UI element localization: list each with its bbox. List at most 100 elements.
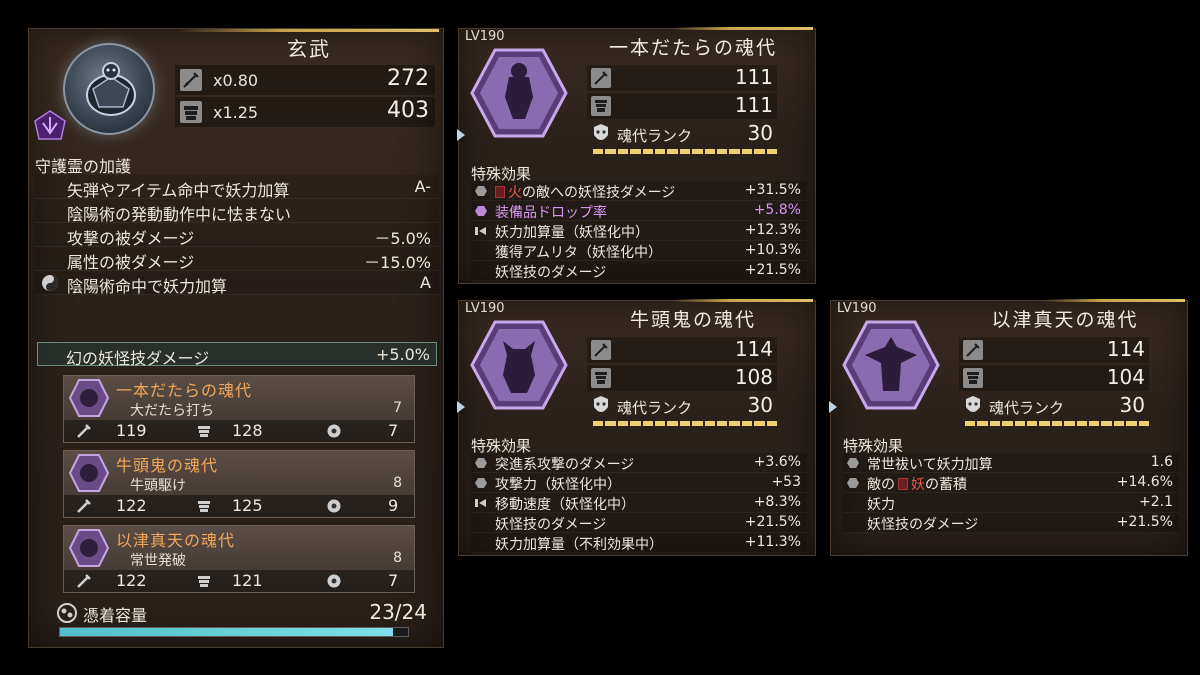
armor-icon [180, 101, 202, 123]
soul-core-icon [68, 454, 110, 492]
blessing-text: 属性の被ダメージ [67, 253, 195, 272]
card-defense: 111 [587, 93, 777, 119]
card-level: LV190 [465, 301, 505, 316]
bird-yokai-icon [842, 320, 940, 410]
rank-pips [593, 421, 778, 426]
capacity-bar-fill [60, 628, 394, 636]
effect-row: 獲得アムリタ（妖怪化中） +10.3% [471, 241, 807, 261]
blessing-value: －15.0% [364, 253, 431, 272]
effect-row: 装備品ドロップ率 +5.8% [471, 201, 807, 221]
blessing-row: 攻撃の被ダメージ －5.0% [35, 223, 439, 248]
soul-core-level: 8 [393, 550, 402, 566]
card-attack: 114 [587, 337, 777, 363]
armor-icon [198, 426, 210, 437]
element-badge-icon [898, 478, 908, 490]
sword-icon [591, 340, 611, 360]
effect-value: +2.1 [1139, 494, 1173, 510]
phantom-skill-bonus: 幻の妖怪技ダメージ +5.0% [37, 342, 437, 368]
soul-core-stats: 122 125 9 [64, 495, 414, 517]
effect-row: 妖力加算量（妖怪化中） +12.3% [471, 221, 807, 241]
panel-accent [673, 299, 813, 302]
effect-text: 妖力 [867, 497, 895, 513]
defense-stat: x1.25 403 [175, 97, 435, 127]
soul-core-skill: 大だたら打ち [130, 403, 214, 419]
blessing-text: 攻撃の被ダメージ [67, 229, 195, 248]
effect-value: +8.3% [753, 494, 801, 510]
cost-icon [327, 424, 341, 438]
soul-core-card: LV190 一本だたらの魂代 111 111 魂代ランク 30 特殊効果 火の敵… [457, 27, 816, 284]
soul-core-attack: 122 [116, 571, 147, 590]
effect-value: +14.6% [1116, 474, 1173, 490]
blessing-header: 守護霊の加護 [35, 157, 132, 176]
soul-core-stats: 122 121 7 [64, 570, 414, 592]
sword-icon [180, 69, 202, 91]
one-legged-yokai-icon [470, 48, 568, 138]
soul-core-icon [68, 379, 110, 417]
effect-row: 突進系攻撃のダメージ +3.6% [471, 453, 807, 473]
effect-row: 移動速度（妖怪化中） +8.3% [471, 493, 807, 513]
effect-row: 妖力 +2.1 [843, 493, 1179, 513]
card-title: 以津真天の魂代 [991, 309, 1139, 331]
soul-core-name: 以津真天の魂代 [116, 531, 236, 550]
tab-marker-icon [457, 129, 465, 141]
card-rank-label: 魂代ランク [989, 399, 1065, 417]
effect-text-main: の敵への妖怪技ダメージ [522, 185, 676, 201]
hex-bullet-icon [847, 478, 859, 488]
effect-text: 獲得アムリタ（妖怪化中） [495, 245, 663, 261]
capacity-label: 憑着容量 [83, 606, 148, 625]
armor-icon [198, 501, 210, 512]
soul-core-skill: 常世発破 [130, 553, 186, 569]
soul-core-card: LV190 牛頭鬼の魂代 114 108 魂代ランク 30 特殊効果 突進系攻撃… [457, 299, 816, 556]
soul-core-level: 7 [393, 400, 402, 416]
sword-icon [591, 68, 611, 88]
effect-text: 常世祓いて妖力加算 [867, 457, 993, 473]
card-attack-value: 111 [734, 65, 773, 89]
hex-bullet-icon [847, 458, 859, 468]
effect-row: 妖怪技のダメージ +21.5% [843, 513, 1179, 533]
blessing-text: 陰陽術命中で妖力加算 [67, 277, 228, 296]
blessing-value: －5.0% [374, 229, 431, 248]
effect-row: 常世祓いて妖力加算 1.6 [843, 453, 1179, 473]
soul-core-slot[interactable]: 牛頭鬼の魂代 牛頭駆け 8 122 125 9 [63, 450, 415, 518]
soul-core-defense: 125 [232, 496, 263, 515]
card-level: LV190 [465, 29, 505, 44]
blessing-row: 属性の被ダメージ －15.0% [35, 247, 439, 272]
soul-core-cost: 7 [388, 421, 399, 440]
effect-text: 攻撃力（妖怪化中） [495, 477, 621, 493]
soul-core-cost: 9 [388, 496, 399, 515]
effect-value: +21.5% [744, 514, 801, 530]
soul-core-icon [68, 529, 110, 567]
effect-text: 妖怪技のダメージ [867, 517, 979, 533]
soul-core-slot[interactable]: 一本だたらの魂代 大だたら打ち 7 119 128 7 [63, 375, 415, 443]
cost-icon [327, 499, 341, 513]
effect-text: 突進系攻撃のダメージ [495, 457, 635, 473]
tab-marker-icon [457, 401, 465, 413]
blessing-text: 陰陽術の発動動作中に怯まない [67, 205, 292, 224]
armor-icon [963, 368, 983, 388]
effect-value: +3.6% [753, 454, 801, 470]
blessing-text: 矢弾やアイテム命中で妖力加算 [67, 181, 290, 200]
effect-text: 敵の 妖の蓄積 [867, 474, 967, 494]
transform-icon [475, 227, 486, 235]
transform-icon [475, 499, 486, 507]
effect-value: +21.5% [1116, 514, 1173, 530]
effect-value: 1.6 [1150, 454, 1173, 470]
soul-core-defense: 128 [232, 421, 263, 440]
phantom-skill-label: 幻の妖怪技ダメージ [66, 349, 210, 368]
guardian-name: 玄武 [287, 37, 331, 61]
card-rank-label: 魂代ランク [617, 399, 693, 417]
hex-bullet-icon [475, 186, 487, 196]
card-defense-value: 108 [734, 365, 773, 389]
rank-pips [965, 421, 1150, 426]
effect-text: 移動速度（妖怪化中） [495, 497, 635, 513]
sword-icon [77, 574, 91, 588]
card-defense-value: 111 [734, 93, 773, 117]
armor-icon [591, 96, 611, 116]
card-rank: 魂代ランク 30 [587, 121, 777, 147]
clan-crest-icon [34, 110, 66, 140]
card-title: 一本だたらの魂代 [608, 37, 777, 59]
soul-core-slot[interactable]: 以津真天の魂代 常世発破 8 122 121 7 [63, 525, 415, 593]
card-defense: 108 [587, 365, 777, 391]
panel-accent [673, 27, 813, 30]
soul-core-skill: 牛頭駆け [130, 478, 186, 494]
